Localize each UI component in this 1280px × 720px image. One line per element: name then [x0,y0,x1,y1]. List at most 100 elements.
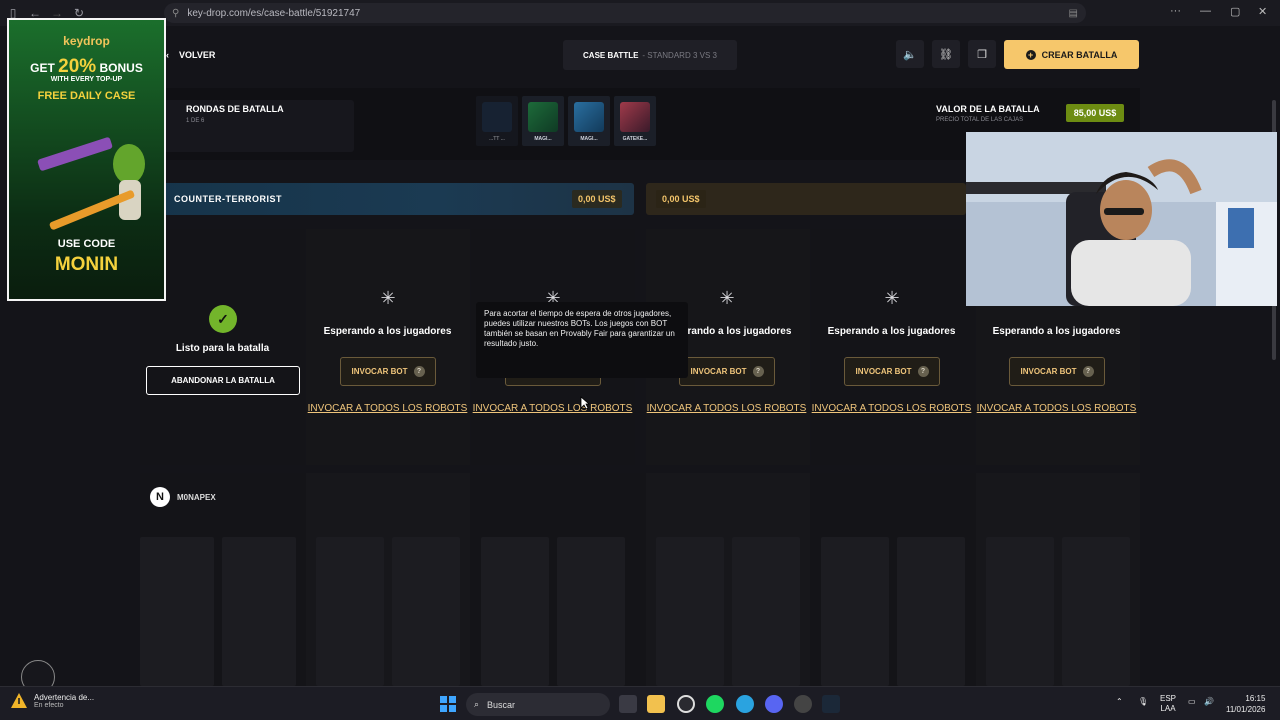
site-info-icon[interactable]: ⚲ [172,8,179,19]
help-icon[interactable]: ? [1082,366,1094,377]
ad-use-code: USE CODE [57,238,116,250]
microphone-icon[interactable]: 🎙 [1138,697,1148,706]
ad-logo: keydrop [63,34,110,48]
character-illustration-icon [37,137,145,230]
volume-icon[interactable]: 🔊 [1204,697,1214,706]
item-placeholder [222,537,296,686]
help-icon[interactable]: ? [917,366,929,377]
mode-sub: - STANDARD 3 VS 3 [642,50,717,60]
item-placeholder [392,537,460,686]
discord-icon[interactable] [765,695,783,713]
language-indicator[interactable]: ESP LAA [1160,694,1176,714]
player-results-area: N M0NAPEX [140,473,1140,686]
system-clock[interactable]: 16:15 11/01/2026 [1226,693,1265,715]
rounds-title: RONDAS DE BATALLA [186,104,284,114]
search-label: Buscar [487,699,516,710]
weather-title: Advertencia de... [34,693,95,702]
share-link-button[interactable]: ⛓ [932,40,960,68]
case-list: ...TT ... MAGI... MAGI... GATEKE... [476,96,656,146]
copy-battle-button[interactable]: ❐ [968,40,996,68]
waiting-text: Esperando a los jugadores [992,326,1121,337]
copy-icon: ❐ [977,48,987,61]
battle-value-amount: 85,00 US$ [1066,104,1124,122]
item-placeholder [732,537,800,686]
loading-spinner-icon: ✳ [380,288,396,308]
player-name[interactable]: M0NAPEX [177,493,216,502]
case-label: MAGI... [534,136,552,142]
steam-icon[interactable] [822,695,840,713]
abandon-battle-button[interactable]: ABANDONAR LA BATALLA [146,366,300,395]
network-icon[interactable]: ▭ [1188,697,1196,706]
waiting-text: Esperando a los jugadores [827,326,956,337]
invoke-all-bots-link[interactable]: INVOCAR A TODOS LOS ROBOTS [644,403,809,414]
case-image [528,102,558,132]
weather-sub: En efecto [34,702,64,709]
language-bottom: LAA [1160,704,1176,713]
invoke-bot-button[interactable]: INVOCAR BOT ? [1009,357,1105,386]
task-view-icon[interactable] [619,695,637,713]
create-label: CREAR BATALLA [1041,49,1118,60]
taskbar-search[interactable]: ⌕ Buscar [466,693,610,716]
item-placeholder [481,537,549,686]
invoke-all-bots-link[interactable]: INVOCAR A TODOS LOS ROBOTS [974,403,1139,414]
ad-free-case: FREE DAILY CASE [37,90,136,102]
battle-value-sub: PRECIO TOTAL DE LAS CAJAS [936,117,1024,123]
item-placeholder [821,537,889,686]
invoke-all-bots-link[interactable]: INVOCAR A TODOS LOS ROBOTS [305,403,470,414]
case-item[interactable]: ...TT ... [476,96,518,146]
file-explorer-icon[interactable] [647,695,665,713]
browser-app-icon[interactable] [794,695,812,713]
back-label: VOLVER [179,50,216,60]
language-top: ESP [1160,694,1177,703]
invoke-all-bots-link[interactable]: INVOCAR A TODOS LOS ROBOTS [809,403,974,414]
case-label: MAGI... [580,136,598,142]
case-item[interactable]: GATEKE... [614,96,656,146]
case-image [620,102,650,132]
help-icon[interactable]: ? [413,366,425,377]
invoke-bot-button[interactable]: INVOCAR BOT ? [679,357,775,386]
bot-label: INVOCAR BOT [351,367,408,376]
team-t-header: 0,00 US$ [646,183,966,215]
mode-title: CASE BATTLE [583,50,639,60]
invoke-bot-button[interactable]: INVOCAR BOT ? [340,357,436,386]
os-taskbar: Advertencia de... En efecto ⌕ Buscar ⌃ E… [0,686,1280,720]
browser-menu-icon[interactable]: ··· [1170,5,1181,17]
case-label: ...TT ... [489,136,505,142]
slot-column [811,229,975,465]
maximize-icon[interactable]: ▢ [1230,5,1240,18]
loading-spinner-icon: ✳ [719,288,735,308]
case-item[interactable]: MAGI... [568,96,610,146]
ad-headline: GET 20% BONUS [9,56,164,78]
rounds-sub: 1 DE 6 [186,118,205,124]
bot-help-tooltip: Para acortar el tiempo de espera de otro… [476,302,688,378]
bot-label: INVOCAR BOT [1020,367,1077,376]
battle-value-title: VALOR DE LA BATALLA [936,104,1040,114]
obs-icon[interactable] [677,695,695,713]
invoke-bot-button[interactable]: INVOCAR BOT ? [844,357,940,386]
telegram-icon[interactable] [736,695,754,713]
close-icon[interactable]: ✕ [1258,5,1267,18]
ad-code: MONIN [54,254,119,275]
avatar[interactable]: N [150,487,170,507]
invoke-all-bots-link[interactable]: INVOCAR A TODOS LOS ROBOTS [470,403,635,414]
case-item[interactable]: MAGI... [522,96,564,146]
minimize-icon[interactable]: — [1200,5,1211,17]
create-battle-button[interactable]: + CREAR BATALLA [1004,40,1139,69]
spotify-icon[interactable] [706,695,724,713]
item-placeholder [986,537,1054,686]
bot-label: INVOCAR BOT [855,367,912,376]
weather-widget[interactable]: Advertencia de... En efecto [10,692,94,710]
sound-button[interactable]: 🔈 [896,40,924,68]
reader-mode-icon[interactable]: ▤ [1069,8,1078,19]
page-content: ‹ VOLVER CASE BATTLE - STANDARD 3 VS 3 🔈… [0,26,1280,694]
address-bar[interactable]: ⚲ key-drop.com/es/case-battle/51921747 ▤ [164,3,1086,23]
windows-start-icon[interactable] [440,696,456,712]
loading-spinner-icon: ✳ [884,288,900,308]
help-icon[interactable]: ? [752,366,764,377]
ad-get: GET [30,61,55,75]
url-text: key-drop.com/es/case-battle/51921747 [187,7,361,19]
item-placeholder [656,537,724,686]
ad-percent: 20% [58,56,97,77]
tray-expand-icon[interactable]: ⌃ [1116,697,1123,706]
back-button[interactable]: ‹ VOLVER [166,40,215,70]
